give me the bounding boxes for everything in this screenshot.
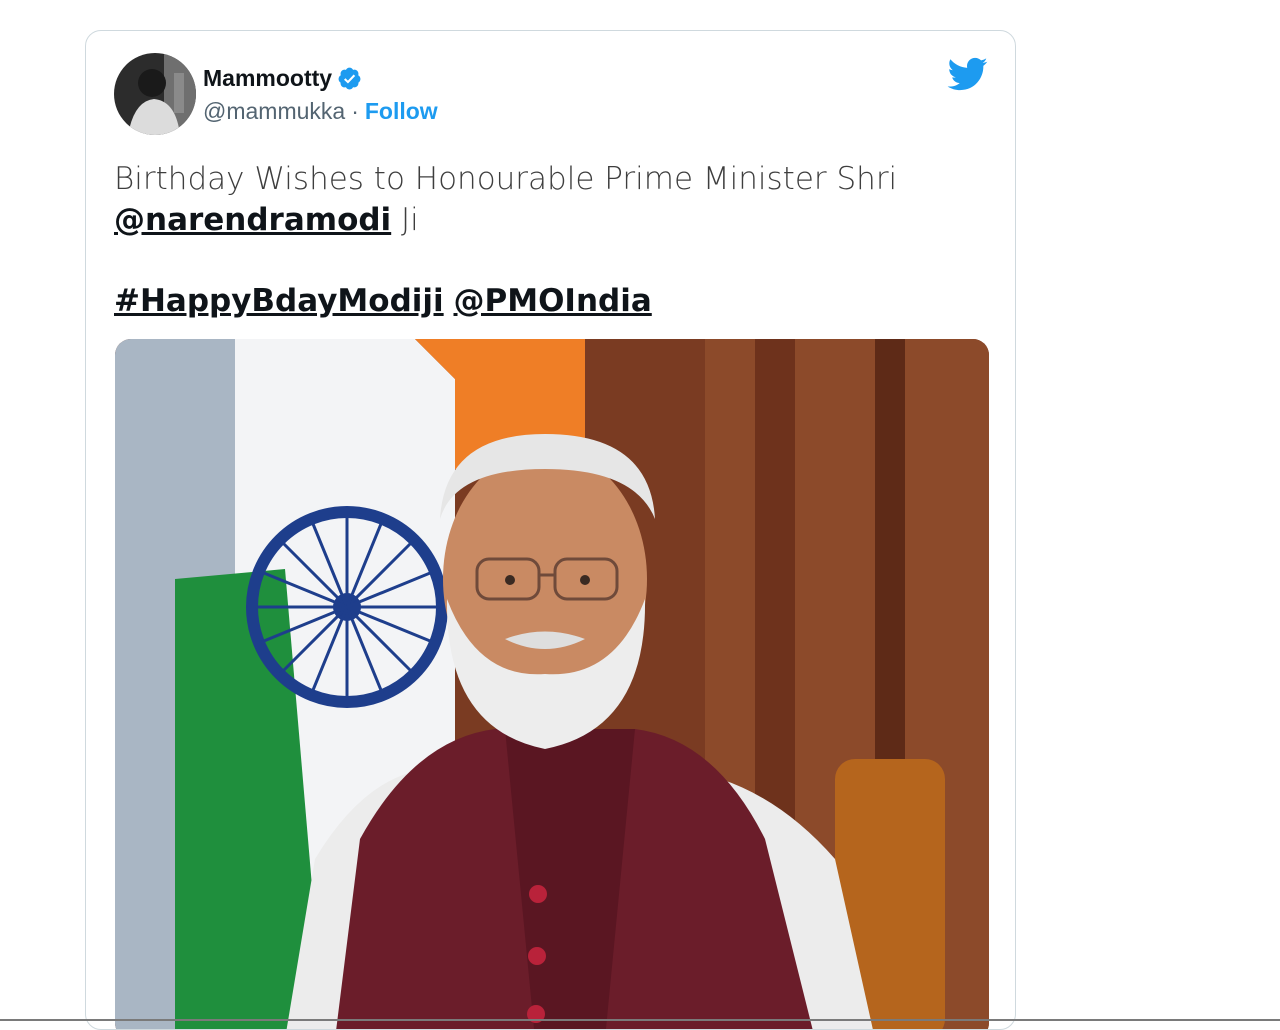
tweet-card[interactable]: Mammootty @mammukka · Follow Birthday Wi… — [85, 30, 1016, 1030]
tweet-tags: #HappyBdayModiji @PMOIndia — [114, 281, 652, 322]
mention-pmoindia-link[interactable]: @PMOIndia — [454, 283, 652, 319]
author-handle[interactable]: @mammukka — [203, 98, 345, 125]
hashtag-link[interactable]: #HappyBdayModiji — [114, 283, 444, 319]
tweet-photo[interactable] — [115, 339, 989, 1029]
verified-badge-icon — [338, 67, 361, 90]
tweet-text: Birthday Wishes to Honourable Prime Mini… — [114, 159, 974, 241]
author-avatar[interactable] — [114, 53, 196, 135]
tweet-text-suffix: Ji — [391, 202, 419, 238]
mention-narendramodi-link[interactable]: @narendramodi — [114, 202, 391, 238]
author-name[interactable]: Mammootty — [203, 65, 332, 92]
tweet-text-line: Birthday Wishes to Honourable Prime Mini… — [114, 161, 898, 197]
follow-button[interactable]: Follow — [365, 98, 438, 125]
twitter-bird-icon[interactable] — [946, 53, 988, 95]
separator-dot: · — [351, 98, 359, 124]
